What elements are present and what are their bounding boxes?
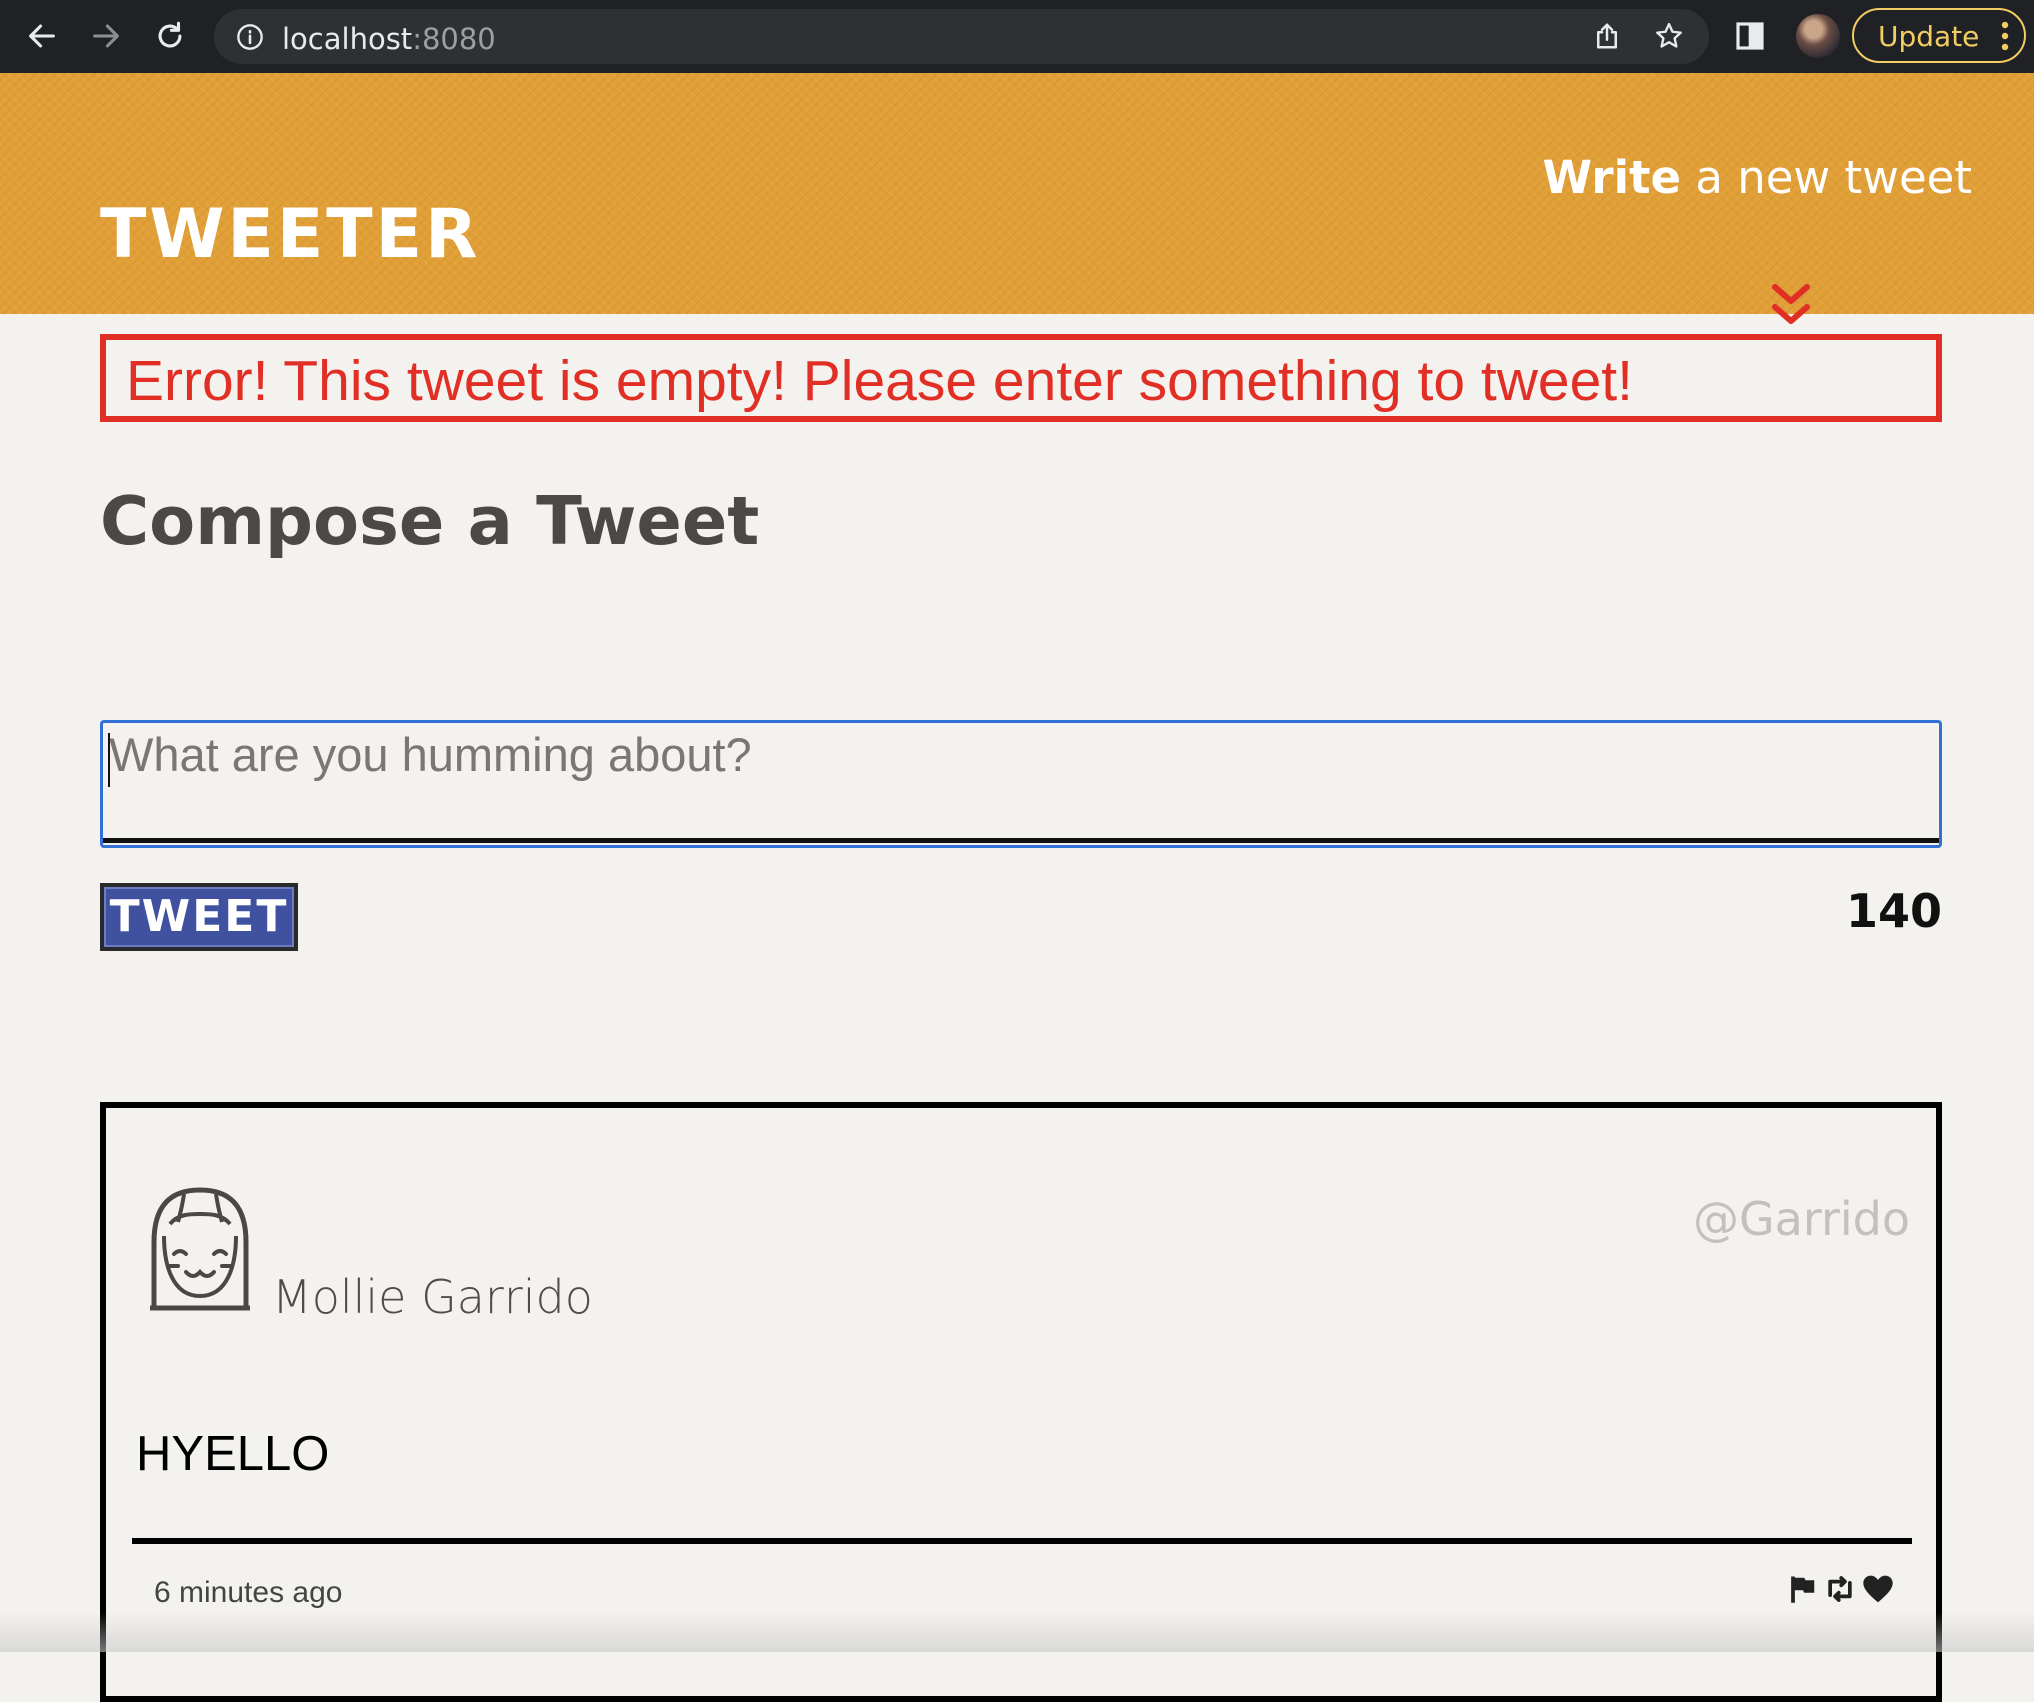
compose-title: Compose a Tweet <box>100 482 760 560</box>
tweet-card: Mollie Garrido @Garrido HYELLO 6 minutes… <box>100 1102 1942 1702</box>
tweet-divider <box>132 1538 1912 1544</box>
forward-icon[interactable] <box>84 14 128 58</box>
tweet-input-wrapper[interactable] <box>100 720 1942 848</box>
bookmark-star-icon[interactable] <box>1654 21 1684 56</box>
retweet-icon[interactable] <box>1824 1574 1856 1609</box>
browser-toolbar: localhost:8080 Update <box>0 0 2034 73</box>
tweet-author-handle: @Garrido <box>1693 1192 1910 1246</box>
url-text[interactable]: localhost:8080 <box>282 22 496 56</box>
write-new-tweet-link[interactable]: Write a new tweet <box>1543 151 1972 204</box>
heart-icon[interactable] <box>1862 1574 1894 1609</box>
reload-icon[interactable] <box>148 14 192 58</box>
update-button[interactable]: Update <box>1852 8 2026 63</box>
avatar-icon <box>142 1184 258 1319</box>
share-icon[interactable] <box>1592 21 1622 56</box>
error-message: Error! This tweet is empty! Please enter… <box>100 334 1942 422</box>
side-panel-icon[interactable] <box>1728 14 1772 58</box>
chevron-double-down-icon[interactable] <box>1770 283 1812 332</box>
tweet-actions <box>1788 1574 1894 1609</box>
tweet-author-name: Mollie Garrido <box>272 1270 593 1324</box>
site-header: TWEETER Write a new tweet <box>0 73 2034 324</box>
input-underline <box>103 838 1939 843</box>
back-icon[interactable] <box>20 14 64 58</box>
tweet-textarea[interactable] <box>105 727 1913 827</box>
profile-avatar[interactable] <box>1796 14 1840 58</box>
text-caret <box>108 733 110 787</box>
site-logo[interactable]: TWEETER <box>100 201 481 269</box>
address-bar[interactable]: localhost:8080 <box>214 9 1709 64</box>
menu-dots-icon[interactable] <box>2000 19 2010 60</box>
info-icon[interactable] <box>236 23 264 56</box>
character-counter: 140 <box>1845 884 1942 938</box>
tweet-content: HYELLO <box>136 1427 330 1481</box>
tweet-submit-button[interactable]: TWEET <box>100 883 298 951</box>
flag-icon[interactable] <box>1788 1574 1818 1609</box>
tweet-timestamp: 6 minutes ago <box>154 1576 343 1609</box>
